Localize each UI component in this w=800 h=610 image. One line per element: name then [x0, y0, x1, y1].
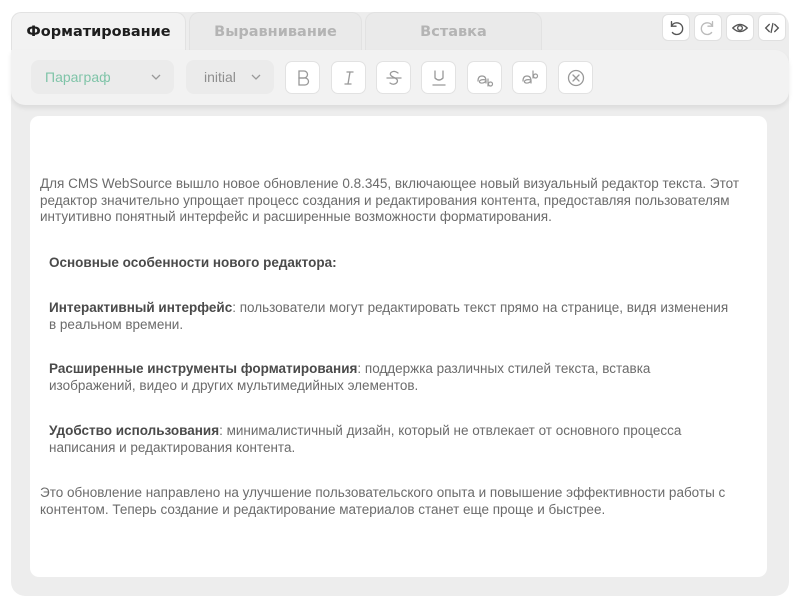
chevron-down-icon: [151, 74, 161, 80]
feature-title: Удобство использования: [49, 423, 220, 438]
feature-item: Расширенные инструменты форматирования: …: [49, 361, 729, 394]
block-type-select[interactable]: Параграф: [31, 60, 174, 94]
font-size-value: initial: [204, 69, 236, 85]
preview-eye-icon: [731, 23, 749, 32]
block-type-value: Параграф: [45, 69, 111, 85]
feature-title: Расширенные инструменты форматирования: [49, 361, 358, 376]
feature-title: Интерактивный интерфейс: [49, 300, 233, 315]
italic-button[interactable]: [331, 61, 366, 94]
features-heading: Основные особенности нового редактора:: [49, 255, 337, 270]
italic-icon: [343, 70, 354, 85]
tab-alignment[interactable]: Выравнивание: [189, 12, 362, 50]
feature-item: Интерактивный интерфейс: пользователи мо…: [49, 300, 729, 333]
underline-button[interactable]: [421, 61, 456, 94]
bold-button[interactable]: [285, 61, 320, 94]
bold-icon: [297, 69, 309, 86]
code-icon: [764, 22, 780, 33]
strikethrough-icon: [385, 70, 402, 85]
tab-formatting[interactable]: Форматирование: [11, 12, 186, 50]
format-toolbar: Параграф initial: [11, 50, 789, 105]
subscript-button[interactable]: [467, 61, 502, 94]
superscript-button[interactable]: [512, 61, 547, 94]
code-view-button[interactable]: [758, 14, 786, 41]
chevron-down-icon: [251, 74, 261, 80]
clear-format-icon: [567, 69, 584, 86]
feature-item: Удобство использования: минималистичный …: [49, 423, 739, 456]
underline-icon: [431, 69, 446, 86]
outro-paragraph: Это обновление направлено на улучшение п…: [40, 485, 726, 517]
intro-paragraph: Для CMS WebSource вышло новое обновление…: [40, 176, 740, 224]
undo-icon: [670, 20, 684, 35]
font-size-select[interactable]: initial: [186, 60, 274, 94]
superscript-icon: [521, 69, 538, 84]
undo-button[interactable]: [662, 14, 690, 41]
tab-insert[interactable]: Вставка: [365, 12, 542, 50]
strikethrough-button[interactable]: [376, 61, 411, 94]
clear-format-button[interactable]: [558, 61, 593, 94]
redo-button[interactable]: [694, 14, 722, 41]
action-buttons: [662, 14, 786, 41]
redo-icon: [700, 20, 714, 35]
preview-button[interactable]: [726, 14, 754, 41]
tab-bar: Форматирование Выравнивание Вставка: [11, 12, 545, 52]
subscript-icon: [476, 74, 493, 87]
editor-content-area[interactable]: Для CMS WebSource вышло новое обновление…: [30, 116, 767, 577]
